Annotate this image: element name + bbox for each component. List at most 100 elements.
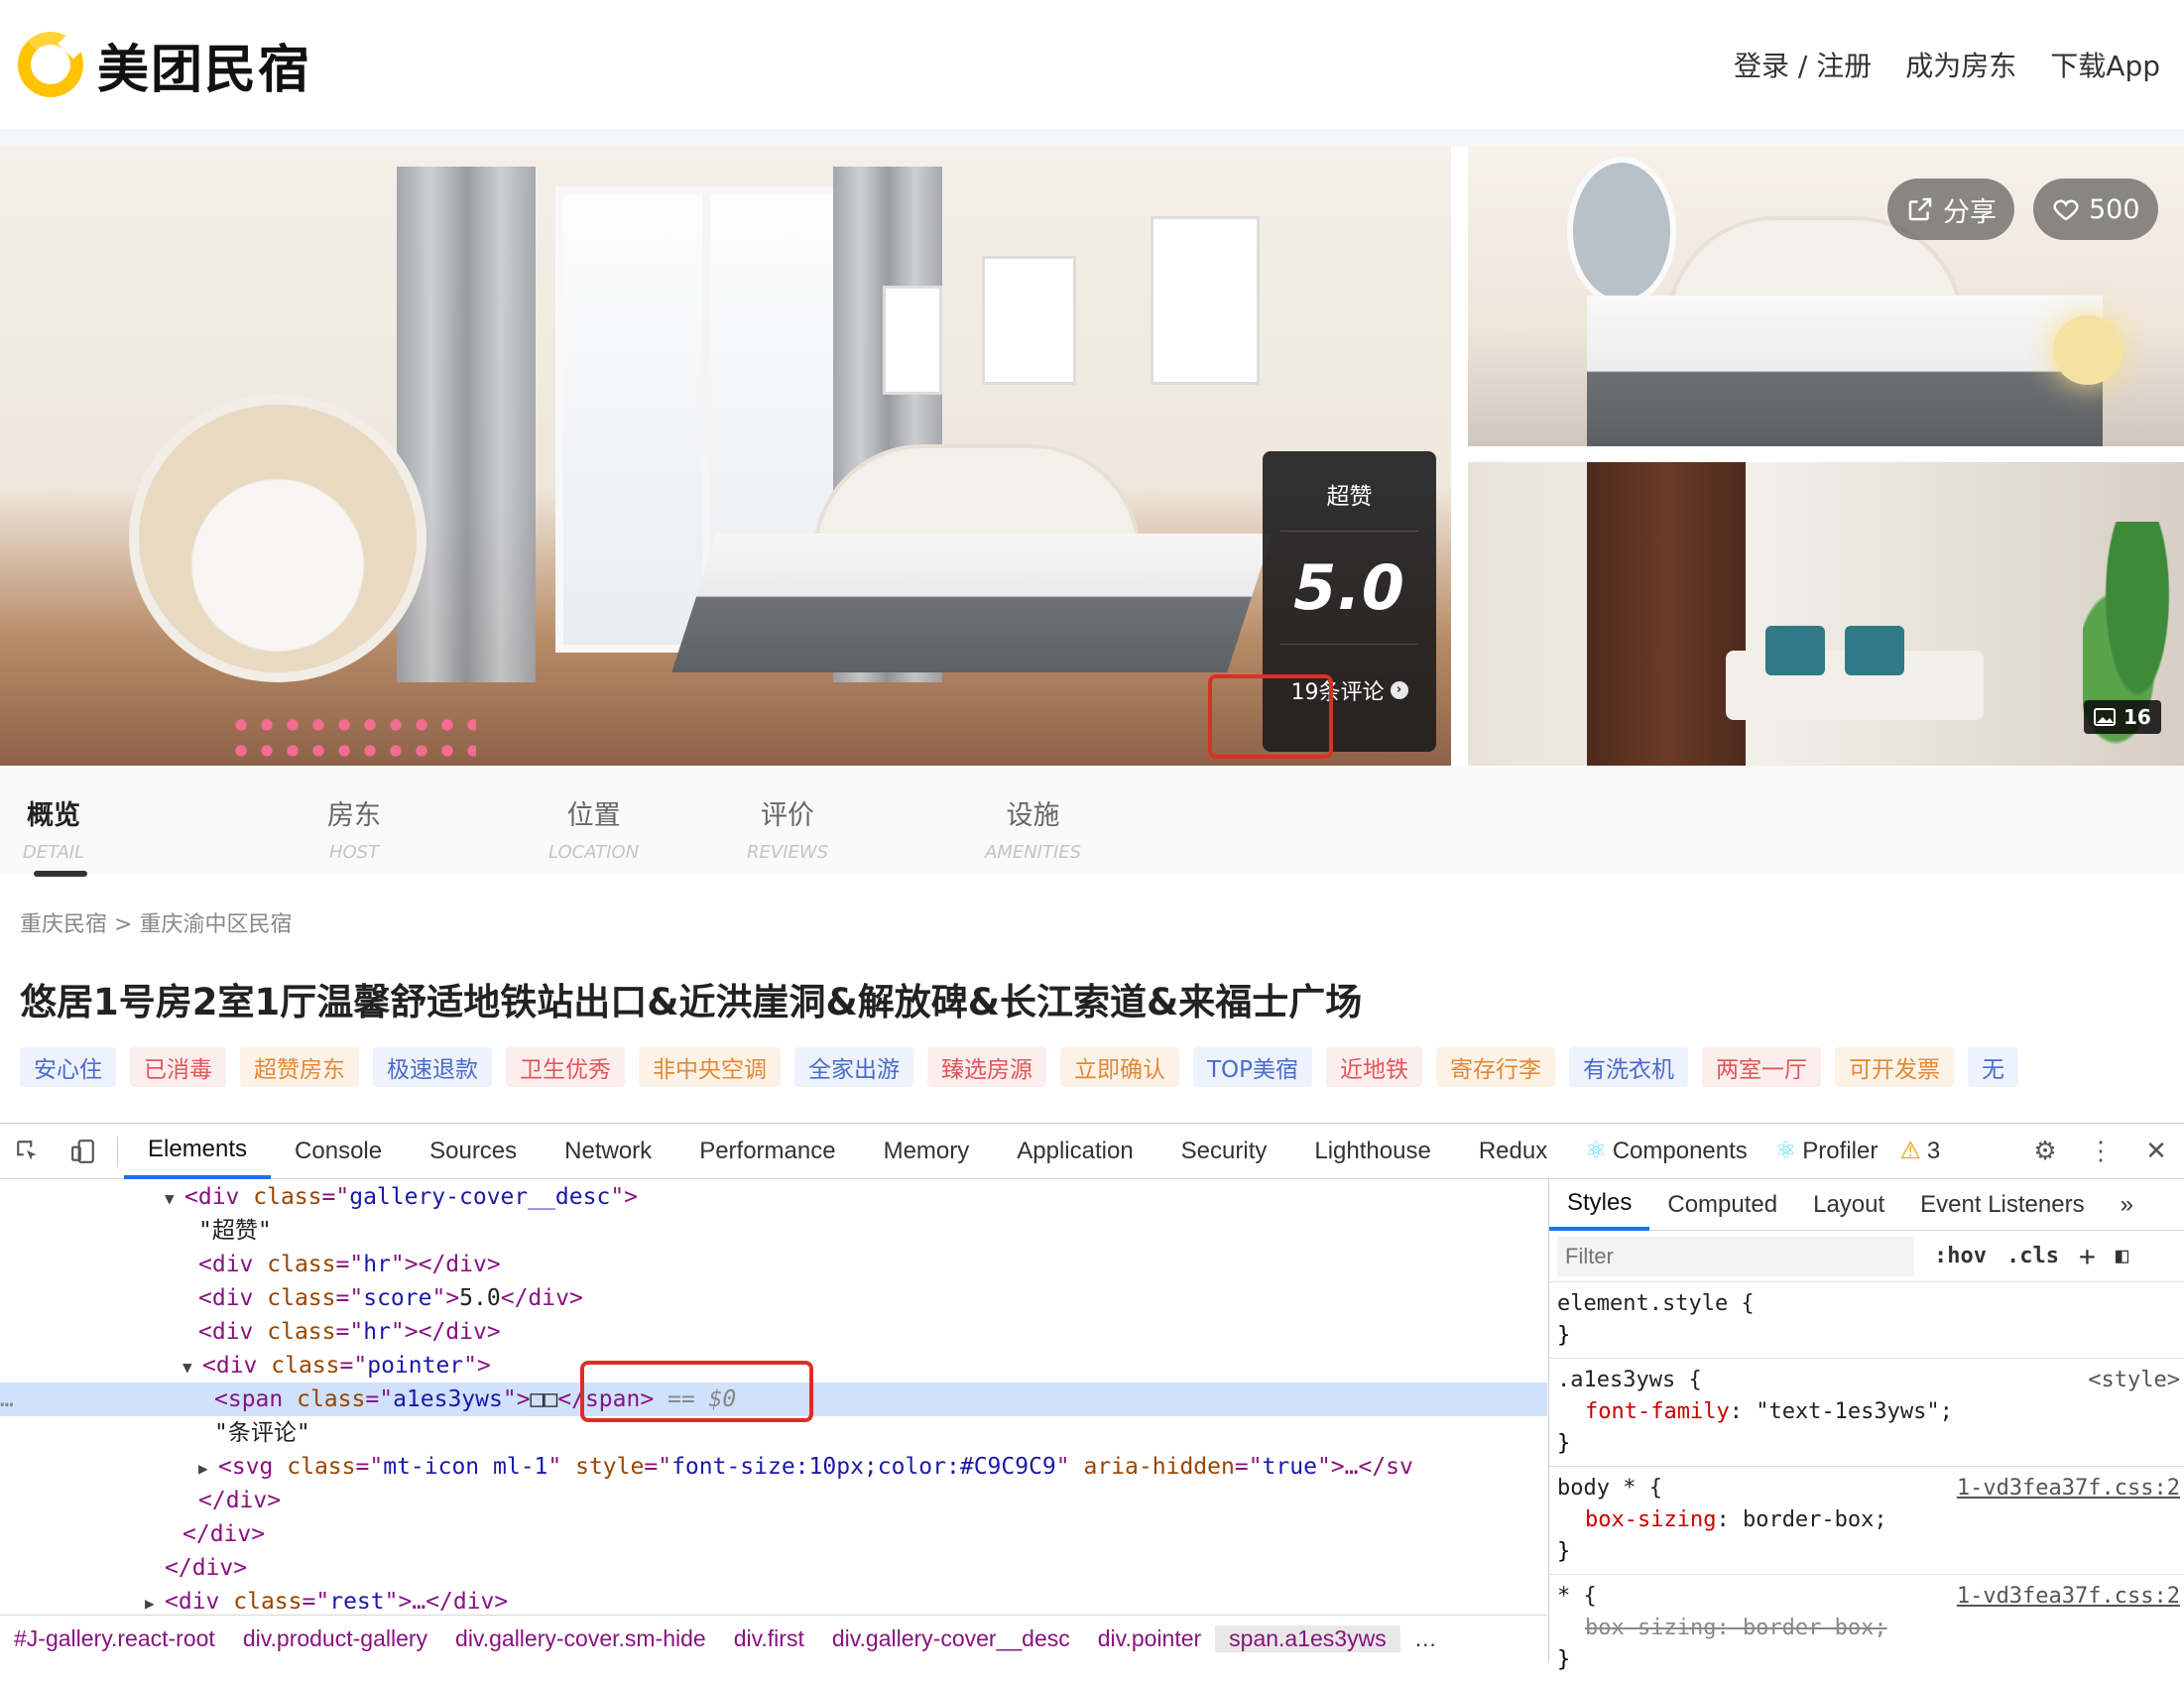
- login-register-link[interactable]: 登录 / 注册: [1734, 45, 1872, 84]
- style-rule[interactable]: .a1es3yws { <style> font-family: "text-1…: [1549, 1359, 2184, 1467]
- style-rule[interactable]: * { 1-vd3fea37f.css:2 box-sizing: border…: [1549, 1575, 2184, 1682]
- devtools-tab-elements[interactable]: Elements: [124, 1124, 272, 1179]
- close-icon[interactable]: ✕: [2128, 1124, 2184, 1179]
- feature-tag: TOP美宿: [1193, 1047, 1313, 1087]
- devtools-tab-performance[interactable]: Performance: [675, 1124, 859, 1179]
- feature-tag: 卫生优秀: [506, 1047, 625, 1087]
- tab-reviews[interactable]: 评价 REVIEWS: [667, 766, 925, 875]
- feature-tag: 超赞房东: [240, 1047, 359, 1087]
- tab-label: 房东: [327, 800, 381, 831]
- rating-label: 超赞: [1326, 484, 1373, 510]
- tree-node[interactable]: ▶ <div class="rest">…</div>: [0, 1585, 1547, 1619]
- tab-location[interactable]: 位置 LOCATION: [420, 766, 667, 875]
- class-toggle[interactable]: .cls: [2006, 1244, 2059, 1268]
- logo[interactable]: 美团民宿: [18, 28, 311, 102]
- device-toggle-icon[interactable]: [56, 1124, 111, 1179]
- tab-amenities[interactable]: 设施 AMENITIES: [925, 766, 1183, 875]
- logo-icon: [18, 32, 83, 97]
- style-rule[interactable]: body * { 1-vd3fea37f.css:2 box-sizing: b…: [1549, 1467, 2184, 1575]
- inspect-element-icon[interactable]: [0, 1124, 56, 1179]
- css-declaration[interactable]: box-sizing: border-box;: [1557, 1504, 2176, 1536]
- more-icon[interactable]: …: [1400, 1625, 1451, 1652]
- breadcrumb-item[interactable]: 重庆渝中区民宿: [139, 912, 292, 937]
- favorite-button[interactable]: 500: [2033, 179, 2158, 240]
- expand-triangle-icon[interactable]: ▼: [165, 1182, 184, 1216]
- tree-node[interactable]: </div>: [0, 1551, 1547, 1585]
- hover-state-toggle[interactable]: :hov: [1934, 1244, 1987, 1268]
- devtools-tab-application[interactable]: Application: [993, 1124, 1156, 1179]
- tab-label: 位置: [566, 800, 621, 831]
- tree-node[interactable]: </div>: [0, 1517, 1547, 1551]
- annotation-highlight: [580, 1361, 813, 1422]
- photo-frame: [883, 286, 942, 395]
- devtools-tab-console[interactable]: Console: [271, 1124, 406, 1179]
- photo-pillow: [1845, 626, 1904, 675]
- tab-host[interactable]: 房东 HOST: [216, 766, 420, 875]
- dom-breadcrumb-item[interactable]: #J-gallery.react-root: [0, 1625, 229, 1652]
- tree-node[interactable]: <div class="score">5.0</div>: [0, 1281, 1547, 1315]
- devtools-tab-network[interactable]: Network: [541, 1124, 675, 1179]
- more-tabs-icon[interactable]: »: [2103, 1179, 2151, 1231]
- tab-label: 概览: [27, 800, 80, 831]
- more-options-icon[interactable]: ⋮: [2073, 1124, 2128, 1179]
- tab-event-listeners[interactable]: Event Listeners: [1902, 1179, 2102, 1231]
- dom-breadcrumb-item[interactable]: div.pointer: [1084, 1625, 1215, 1652]
- photo-bed: [671, 444, 1273, 672]
- breadcrumb-item[interactable]: 重庆民宿: [20, 912, 107, 937]
- gear-icon[interactable]: ⚙: [2017, 1124, 2073, 1179]
- dom-breadcrumb-item-selected[interactable]: span.a1es3yws: [1215, 1625, 1400, 1652]
- photo-count: 16: [2123, 705, 2151, 729]
- secondary-photo-bottom[interactable]: [1468, 462, 2184, 766]
- devtools-tab-memory[interactable]: Memory: [860, 1124, 994, 1179]
- download-app-link[interactable]: 下载App: [2050, 45, 2160, 84]
- rule-source-link[interactable]: 1-vd3fea37f.css:2: [1957, 1473, 2180, 1504]
- tree-node[interactable]: ▼ <div class="gallery-cover__desc">: [0, 1180, 1547, 1214]
- tab-sublabel: HOST: [328, 842, 380, 863]
- css-declaration[interactable]: font-family: "text-1es3yws";: [1557, 1396, 2176, 1428]
- tab-computed[interactable]: Computed: [1649, 1179, 1795, 1231]
- rule-source[interactable]: <style>: [2088, 1365, 2180, 1396]
- rule-source-link[interactable]: 1-vd3fea37f.css:2: [1957, 1581, 2180, 1613]
- tab-layout[interactable]: Layout: [1795, 1179, 1902, 1231]
- main-photo[interactable]: [0, 147, 1451, 766]
- add-rule-icon[interactable]: +: [2079, 1240, 2096, 1272]
- devtools-tab-profiler[interactable]: ⚛ Profiler: [1761, 1124, 1892, 1179]
- logo-text: 美团民宿: [97, 40, 312, 100]
- feature-tag: 非中央空调: [639, 1047, 781, 1087]
- photo-count-badge[interactable]: 16: [2084, 700, 2161, 734]
- tab-styles[interactable]: Styles: [1549, 1179, 1650, 1231]
- tree-node[interactable]: <div class="hr"></div>: [0, 1315, 1547, 1349]
- devtools-tab-lighthouse[interactable]: Lighthouse: [1290, 1124, 1454, 1179]
- devtools-tab-sources[interactable]: Sources: [406, 1124, 541, 1179]
- dom-breadcrumb-item[interactable]: div.gallery-cover__desc: [818, 1625, 1084, 1652]
- css-declaration-overridden[interactable]: box-sizing: border-box;: [1557, 1613, 2176, 1644]
- rating-score: 5.0: [1293, 551, 1405, 624]
- expand-triangle-icon[interactable]: ▼: [182, 1351, 202, 1384]
- dom-breadcrumb-item[interactable]: div.gallery-cover.sm-hide: [441, 1625, 720, 1652]
- tree-node[interactable]: <div class="hr"></div>: [0, 1248, 1547, 1281]
- expand-triangle-icon[interactable]: ▶: [198, 1452, 218, 1486]
- become-host-link[interactable]: 成为房东: [1905, 45, 2016, 84]
- share-button[interactable]: 分享: [1887, 179, 2014, 240]
- styles-tabs: Styles Computed Layout Event Listeners »: [1549, 1179, 2184, 1231]
- feature-tag: 寄存行李: [1436, 1047, 1556, 1087]
- devtools-tab-security[interactable]: Security: [1157, 1124, 1291, 1179]
- tree-node[interactable]: "超赞": [0, 1214, 1547, 1248]
- tree-node[interactable]: </div>: [0, 1484, 1547, 1517]
- image-icon: [2094, 708, 2116, 726]
- devtools-tab-components[interactable]: ⚛ Components: [1571, 1124, 1761, 1179]
- tree-node[interactable]: ▶ <svg class="mt-icon ml-1" style="font-s…: [0, 1450, 1547, 1484]
- feature-tag: 两室一厅: [1702, 1047, 1822, 1087]
- breadcrumb: 重庆民宿 > 重庆渝中区民宿: [20, 906, 292, 938]
- photo-curtain: [397, 167, 536, 682]
- share-label: 分享: [1943, 196, 1997, 228]
- dom-breadcrumb-item[interactable]: div.product-gallery: [229, 1625, 441, 1652]
- warnings-counter[interactable]: ⚠ 3: [1899, 1137, 1940, 1165]
- devtools-tab-redux[interactable]: Redux: [1455, 1124, 1571, 1179]
- styles-filter-input[interactable]: [1557, 1236, 1914, 1276]
- tab-detail[interactable]: 概览 DETAIL: [20, 766, 216, 877]
- style-rule[interactable]: element.style { }: [1549, 1282, 2184, 1359]
- toggle-sidebar-icon[interactable]: ◧: [2116, 1244, 2128, 1268]
- tab-sublabel: REVIEWS: [747, 842, 829, 863]
- dom-breadcrumb-item[interactable]: div.first: [720, 1625, 818, 1652]
